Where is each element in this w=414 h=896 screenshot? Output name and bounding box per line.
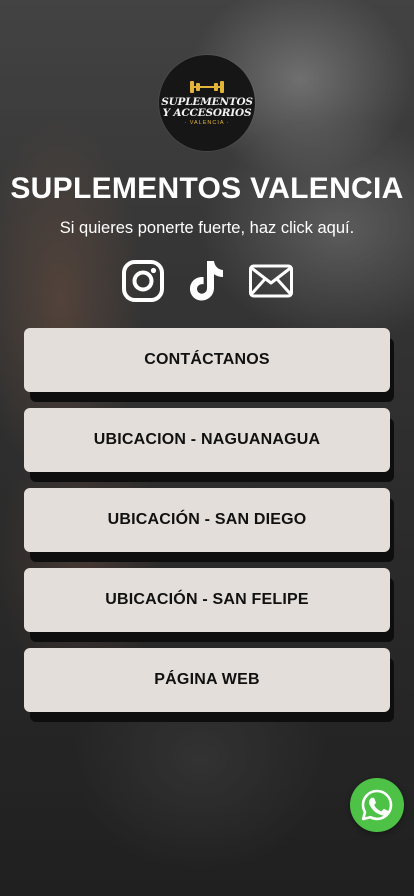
link-card-contact: CONTÁCTANOS [24, 328, 394, 402]
instagram-icon [122, 260, 164, 302]
link-card-naguanagua: UBICACION - NAGUANAGUA [24, 408, 394, 482]
link-card-website: PÁGINA WEB [24, 648, 394, 722]
location-san-felipe-button[interactable]: UBICACIÓN - SAN FELIPE [24, 568, 390, 632]
profile-title: SUPLEMENTOS VALENCIA [10, 172, 404, 205]
tiktok-link[interactable] [184, 258, 230, 304]
social-icons-row [0, 258, 414, 308]
instagram-link[interactable] [120, 258, 166, 304]
link-card-san-diego: UBICACIÓN - SAN DIEGO [24, 488, 394, 562]
profile-logo: SUPLEMENTOS Y ACCESORIOS · VALENCIA · [159, 55, 255, 151]
linktree-page: SUPLEMENTOS Y ACCESORIOS · VALENCIA · SU… [0, 0, 414, 896]
profile-subtitle: Si quieres ponerte fuerte, haz click aqu… [59, 219, 355, 237]
tiktok-icon [190, 261, 223, 301]
email-icon [249, 264, 293, 298]
logo-line-3: · VALENCIA · [184, 120, 230, 126]
whatsapp-icon [361, 789, 393, 821]
location-naguanagua-button[interactable]: UBICACION - NAGUANAGUA [24, 408, 390, 472]
contact-button[interactable]: CONTÁCTANOS [24, 328, 390, 392]
whatsapp-float-button[interactable] [350, 778, 404, 832]
website-button[interactable]: PÁGINA WEB [24, 648, 390, 712]
dumbbell-icon [188, 80, 226, 94]
email-link[interactable] [248, 258, 294, 304]
link-card-san-felipe: UBICACIÓN - SAN FELIPE [24, 568, 394, 642]
logo-line-2: Y ACCESORIOS [162, 107, 252, 119]
location-san-diego-button[interactable]: UBICACIÓN - SAN DIEGO [24, 488, 390, 552]
